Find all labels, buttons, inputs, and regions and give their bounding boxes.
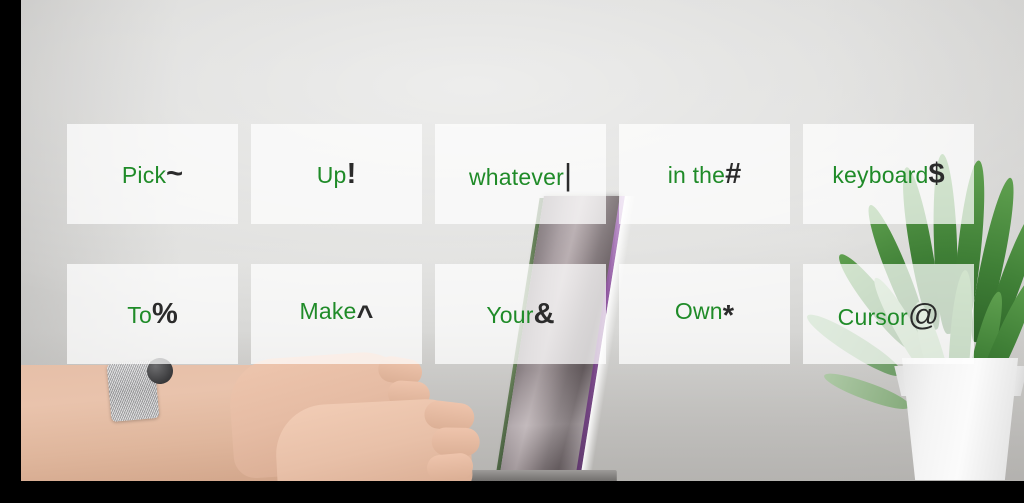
tile-symbol-hash: #	[725, 157, 742, 190]
tile-word: Your	[486, 301, 534, 328]
tile-text: whatever |	[469, 159, 572, 190]
tile-text: keyboard $	[832, 157, 945, 190]
overlay-tile-your[interactable]: Your &	[435, 264, 606, 364]
tile-symbol-caret: ^	[356, 299, 374, 332]
tile-symbol-dollar: $	[928, 157, 945, 190]
tile-symbol-ampersand: &	[533, 297, 555, 330]
overlay-tile-to[interactable]: To%	[67, 264, 238, 364]
overlay-tile-cursor[interactable]: Cursor @	[803, 264, 974, 364]
overlay-tile-pick[interactable]: Pick ~	[67, 124, 238, 224]
overlay-tile-keyboard[interactable]: keyboard $	[803, 124, 974, 224]
letterbox-bar-bottom	[0, 481, 1024, 503]
tile-text: Up!	[316, 157, 357, 190]
tile-text: Make ^	[299, 297, 374, 332]
tile-text: in the #	[667, 157, 742, 190]
tile-word: whatever	[469, 163, 564, 190]
tile-word: keyboard	[832, 161, 929, 188]
tile-word: Pick	[121, 161, 167, 188]
tile-symbol-exclamation: !	[346, 157, 357, 190]
tile-text: Own *	[674, 297, 735, 332]
tile-symbol-tilde: ~	[166, 157, 184, 190]
tile-symbol-asterisk: *	[722, 299, 735, 332]
overlay-tile-whatever[interactable]: whatever |	[435, 124, 606, 224]
tile-word: To	[127, 301, 152, 328]
overlay-tile-up[interactable]: Up!	[251, 124, 422, 224]
overlay-tile-make[interactable]: Make ^	[251, 264, 422, 364]
tile-text: Cursor @	[838, 299, 940, 330]
overlay-tile-in-the[interactable]: in the #	[619, 124, 790, 224]
screenshot-stage: Pick ~ Up! whatever | in the # keyboard $ To…	[0, 0, 1024, 503]
tile-word: Own	[674, 297, 723, 324]
tile-text: To%	[127, 297, 178, 330]
tile-symbol-percent: %	[151, 297, 178, 330]
overlay-tile-own[interactable]: Own *	[619, 264, 790, 364]
tile-text: Your &	[486, 297, 555, 330]
tile-text: Pick ~	[121, 157, 184, 190]
tile-symbol-at: @	[907, 296, 940, 332]
letterbox-bar-left	[0, 0, 21, 503]
tile-word: in the	[667, 161, 726, 188]
overlay-tile-grid: Pick ~ Up! whatever | in the # keyboard $ To…	[67, 124, 974, 364]
tile-word: Cursor	[837, 303, 908, 330]
laptop-base	[466, 470, 617, 481]
flower-pot	[901, 358, 1019, 480]
tile-word: Up	[316, 161, 347, 188]
hand-front	[273, 396, 480, 481]
tile-symbol-pipe: |	[563, 156, 572, 192]
tile-word: Make	[299, 297, 357, 324]
